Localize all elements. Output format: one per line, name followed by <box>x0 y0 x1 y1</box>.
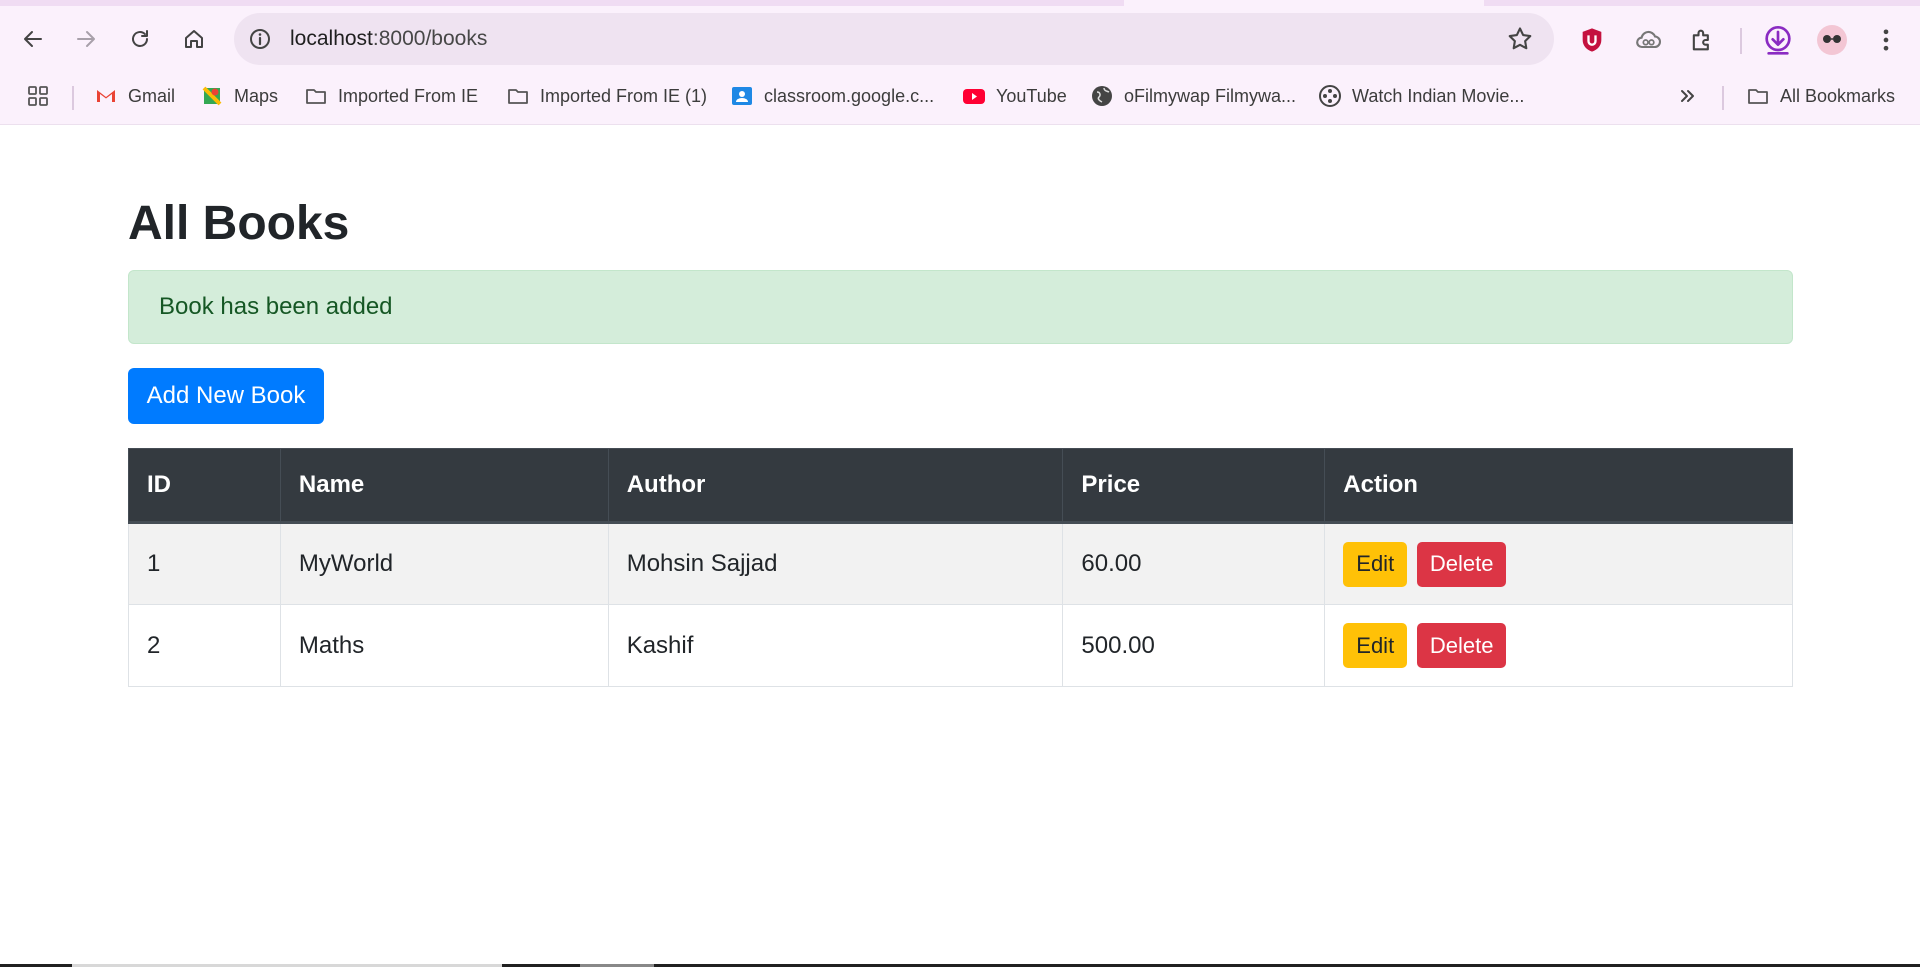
maps-icon <box>200 84 224 108</box>
bookmark-youtube[interactable]: YouTube <box>962 80 1067 112</box>
film-reel-icon <box>1318 84 1342 108</box>
column-header-price: Price <box>1062 448 1326 524</box>
folder-icon <box>304 84 328 108</box>
back-arrow-icon <box>24 31 42 47</box>
extensions-puzzle-icon[interactable] <box>1684 22 1720 58</box>
home-button[interactable] <box>174 19 214 59</box>
bookmark-label: Imported From IE (1) <box>540 85 708 106</box>
cell-name: Maths <box>279 604 609 687</box>
table-row: 2 Maths Kashif 500.00 Edit Delete <box>128 604 1793 687</box>
apps-grid-icon[interactable] <box>26 80 50 112</box>
youtube-icon <box>962 84 986 108</box>
cell-price: 60.00 <box>1062 522 1326 605</box>
bookmark-label: YouTube <box>996 85 1067 106</box>
url-text[interactable]: localhost:8000/books <box>290 27 487 51</box>
more-bookmarks-chevron-icon[interactable] <box>1676 80 1700 112</box>
reload-button[interactable] <box>120 19 160 59</box>
all-bookmarks-label: All Bookmarks <box>1780 85 1896 106</box>
cell-name: MyWorld <box>279 522 609 605</box>
column-header-author: Author <box>607 448 1064 524</box>
bookmark-label: Maps <box>234 85 279 106</box>
toolbar-separator <box>1740 28 1742 54</box>
browser-chrome: localhost:8000/books Gmail Maps Imported… <box>0 0 1920 125</box>
add-new-book-button[interactable]: Add New Book <box>128 368 324 424</box>
ublock-extension-icon[interactable] <box>1574 22 1610 58</box>
column-header-id: ID <box>128 448 281 524</box>
all-bookmarks-button[interactable]: All Bookmarks <box>1746 80 1895 112</box>
classroom-icon <box>730 84 754 108</box>
cell-author: Mohsin Sajjad <box>607 522 1064 605</box>
gmail-icon <box>94 84 118 108</box>
delete-button[interactable]: Delete <box>1416 541 1507 587</box>
back-button[interactable] <box>13 19 53 59</box>
folder-icon <box>506 84 530 108</box>
bookmark-star-icon[interactable] <box>1506 25 1534 53</box>
forward-button[interactable] <box>66 19 106 59</box>
bookmark-classroom[interactable]: classroom.google.c... <box>730 80 934 112</box>
column-header-action: Action <box>1324 448 1793 524</box>
url-path: :8000/books <box>372 27 488 50</box>
bookmark-label: Watch Indian Movie... <box>1352 85 1525 106</box>
edit-button[interactable]: Edit <box>1343 541 1408 587</box>
reload-icon <box>132 30 148 47</box>
active-tab-edge[interactable] <box>1124 0 1484 6</box>
home-icon <box>185 30 203 48</box>
cell-author: Kashif <box>607 604 1064 687</box>
edit-button[interactable]: Edit <box>1343 623 1408 668</box>
delete-button[interactable]: Delete <box>1416 623 1507 668</box>
bookmark-watch-indian-movie[interactable]: Watch Indian Movie... <box>1318 80 1524 112</box>
cloud-extension-icon[interactable] <box>1630 22 1666 58</box>
books-table: ID Name Author Price Action 1 MyWorld Mo… <box>128 448 1793 687</box>
bookmark-label: Imported From IE <box>338 85 479 106</box>
cell-price: 500.00 <box>1062 604 1326 687</box>
page-title: All Books <box>128 197 350 250</box>
success-alert: Book has been added <box>128 270 1793 344</box>
bookmarks-separator <box>72 86 74 110</box>
cell-id: 2 <box>128 604 281 687</box>
download-icon[interactable] <box>1760 22 1796 58</box>
profile-avatar[interactable] <box>1814 22 1850 58</box>
bookmark-label: classroom.google.c... <box>764 85 935 106</box>
address-bar[interactable]: localhost:8000/books <box>234 13 1554 65</box>
cell-id: 1 <box>128 522 281 605</box>
bookmark-maps[interactable]: Maps <box>200 80 278 112</box>
cell-action: Edit Delete <box>1324 604 1793 687</box>
cell-action: Edit Delete <box>1324 522 1793 605</box>
url-host: localhost <box>290 27 373 50</box>
bookmark-label: Gmail <box>128 85 176 106</box>
bookmarks-bar: Gmail Maps Imported From IE Imported Fro… <box>0 76 1920 116</box>
globe-icon <box>1090 84 1114 108</box>
tab-strip <box>0 0 1920 6</box>
bookmark-imported-from-ie[interactable]: Imported From IE <box>304 80 478 112</box>
bookmark-gmail[interactable]: Gmail <box>94 80 175 112</box>
folder-icon <box>1746 84 1770 108</box>
site-info-icon[interactable] <box>246 25 274 53</box>
alert-message: Book has been added <box>159 293 393 320</box>
browser-toolbar: localhost:8000/books <box>0 10 1920 70</box>
column-header-name: Name <box>279 448 609 524</box>
browser-menu-icon[interactable] <box>1868 22 1904 58</box>
bookmark-imported-from-ie-1[interactable]: Imported From IE (1) <box>506 80 707 112</box>
table-row: 1 MyWorld Mohsin Sajjad 60.00 Edit Delet… <box>128 522 1793 605</box>
bookmark-filmywap[interactable]: oFilmywap Filmywa... <box>1090 80 1296 112</box>
table-header-row: ID Name Author Price Action <box>128 448 1793 524</box>
bookmark-label: oFilmywap Filmywa... <box>1124 85 1297 106</box>
forward-arrow-icon <box>77 31 95 47</box>
bookmarks-separator <box>1722 86 1724 110</box>
